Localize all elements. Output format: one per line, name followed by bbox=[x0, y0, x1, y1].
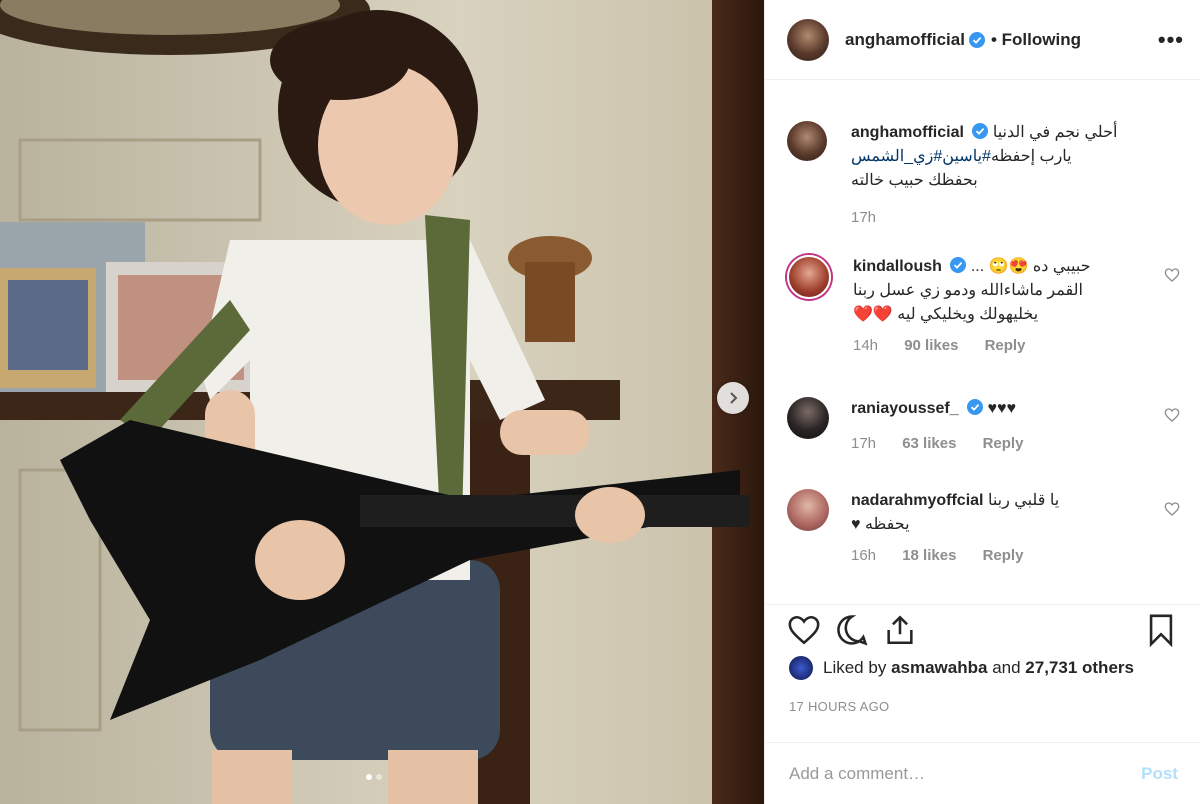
comment-likes[interactable]: 90 likes bbox=[904, 337, 958, 354]
following-button[interactable]: • Following bbox=[991, 30, 1081, 50]
commenter-avatar[interactable] bbox=[787, 397, 829, 439]
more-options-icon[interactable]: ••• bbox=[1158, 27, 1184, 53]
comment-text-line1: ♥♥♥ bbox=[987, 400, 1017, 417]
comments-list: anghamofficial أحلي نجم في الدنيا #ياسين… bbox=[765, 81, 1200, 604]
caption-text-line1: أحلي نجم في الدنيا bbox=[992, 124, 1118, 141]
caption-time[interactable]: 17h bbox=[851, 209, 876, 226]
verified-badge-icon bbox=[968, 31, 985, 48]
comment-like-heart-icon[interactable] bbox=[1164, 267, 1180, 283]
likes-summary: Liked by asmawahba and 27,731 others bbox=[789, 656, 1134, 680]
post-action-bar bbox=[765, 604, 1200, 654]
verified-badge-icon bbox=[950, 257, 967, 273]
carousel-next-button[interactable] bbox=[717, 382, 749, 414]
carousel-indicator bbox=[366, 774, 382, 780]
share-icon[interactable] bbox=[883, 613, 917, 647]
verified-badge-icon bbox=[967, 399, 984, 415]
caption-text-line3: بحفظك حبيب خالته bbox=[851, 172, 978, 189]
comment-time[interactable]: 17h bbox=[851, 435, 876, 452]
save-bookmark-icon[interactable] bbox=[1144, 613, 1178, 647]
comment-icon[interactable] bbox=[835, 613, 869, 647]
comment-item: kindalloush حبيبي ده 😍🙄 .‏.‏. القمر ماشا… bbox=[787, 255, 1184, 354]
comment-item: nadarahmyoffcial يا قلبي ربنا يحفظه ♥ 16… bbox=[787, 489, 1184, 564]
like-heart-icon[interactable] bbox=[787, 613, 821, 647]
liker-username[interactable]: asmawahba bbox=[891, 658, 987, 678]
comment-text-line1: حبيبي ده 😍🙄 .‏.‏. bbox=[970, 258, 1091, 275]
likes-middle: and bbox=[992, 658, 1021, 677]
reply-button[interactable]: Reply bbox=[985, 337, 1026, 354]
comment-like-heart-icon[interactable] bbox=[1164, 407, 1180, 423]
add-comment-bar: Post bbox=[765, 742, 1200, 804]
comment-username[interactable]: nadarahmyoffcial bbox=[851, 492, 983, 509]
liker-avatar[interactable] bbox=[789, 656, 813, 680]
post-timestamp[interactable]: 17 HOURS AGO bbox=[789, 699, 889, 714]
comment-item: raniayoussef_ ♥♥♥ 17h 63 likes Reply bbox=[787, 397, 1184, 452]
likes-prefix: Liked by bbox=[823, 658, 887, 677]
comment-time[interactable]: 14h bbox=[853, 337, 878, 354]
author-avatar[interactable] bbox=[787, 18, 829, 61]
caption-username[interactable]: anghamofficial bbox=[851, 124, 964, 141]
post-photo[interactable] bbox=[0, 0, 764, 804]
verified-badge-icon bbox=[972, 123, 989, 139]
reply-button[interactable]: Reply bbox=[983, 547, 1024, 564]
commenter-avatar[interactable] bbox=[787, 489, 829, 531]
commenter-avatar[interactable] bbox=[787, 255, 831, 299]
comment-text-line2: يحفظه ♥ bbox=[851, 516, 910, 533]
comment-username[interactable]: raniayoussef_ bbox=[851, 400, 959, 417]
likes-count[interactable]: 27,731 others bbox=[1025, 658, 1134, 678]
comment-text-line1: يا قلبي ربنا bbox=[987, 492, 1060, 509]
caption-text-line2: يارب إحفظه bbox=[990, 148, 1077, 165]
add-comment-input[interactable] bbox=[787, 762, 1142, 785]
caption-hashtags[interactable]: #ياسين#زي_الشمس bbox=[851, 148, 991, 165]
caption: anghamofficial أحلي نجم في الدنيا #ياسين… bbox=[787, 121, 1184, 226]
carousel-dot bbox=[376, 774, 382, 780]
comment-text-line3: يخليهولك ويخليكي ليه ❤️❤️ bbox=[853, 306, 1039, 323]
post-side-panel: anghamofficial • Following ••• anghamoff… bbox=[764, 0, 1200, 804]
photo-illustration bbox=[0, 0, 764, 804]
carousel-dot-active bbox=[366, 774, 372, 780]
chevron-right-icon bbox=[730, 392, 738, 404]
comment-time[interactable]: 16h bbox=[851, 547, 876, 564]
post-comment-button[interactable]: Post bbox=[1141, 764, 1178, 784]
post-header: anghamofficial • Following ••• bbox=[765, 0, 1200, 80]
reply-button[interactable]: Reply bbox=[983, 435, 1024, 452]
comment-likes[interactable]: 18 likes bbox=[902, 547, 956, 564]
comment-likes[interactable]: 63 likes bbox=[902, 435, 956, 452]
comment-username[interactable]: kindalloush bbox=[853, 258, 942, 275]
comment-like-heart-icon[interactable] bbox=[1164, 501, 1180, 517]
author-username[interactable]: anghamofficial bbox=[845, 30, 965, 50]
caption-avatar[interactable] bbox=[787, 121, 827, 161]
comment-text-line2: القمر ماشاءالله ودمو زي عسل ربنا bbox=[853, 282, 1083, 299]
